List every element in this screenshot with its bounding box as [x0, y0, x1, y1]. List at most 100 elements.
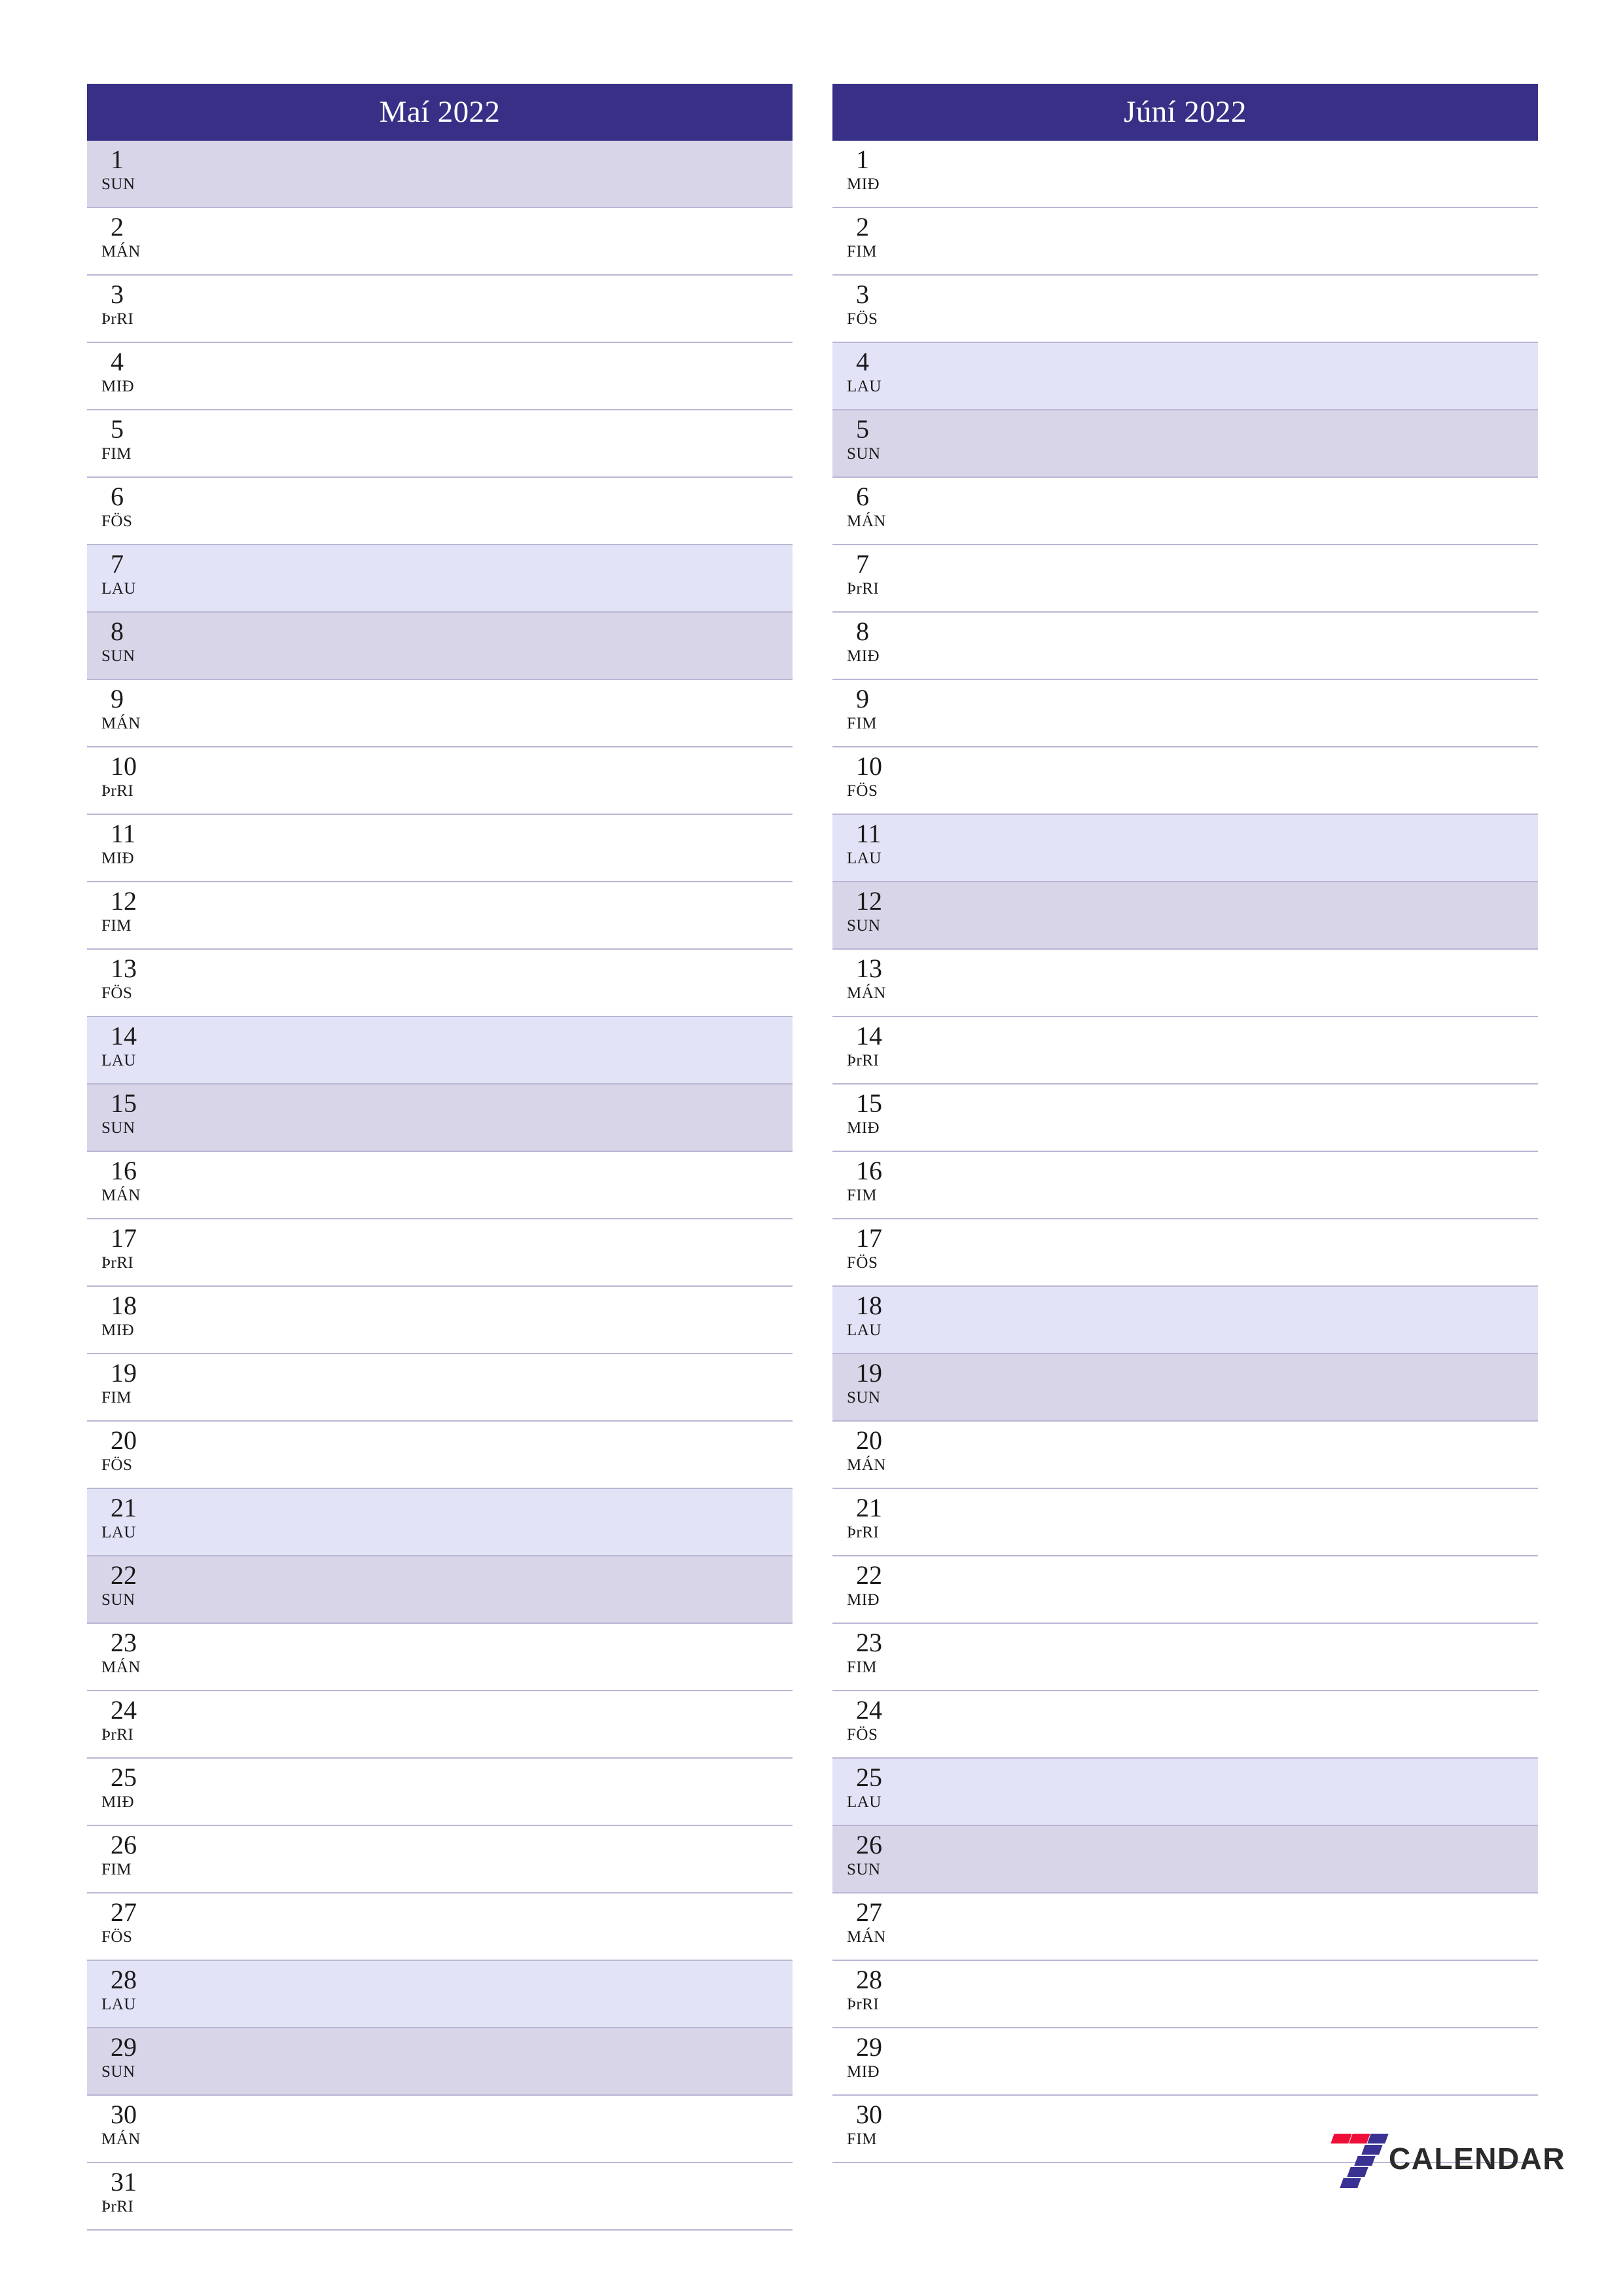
day-row[interactable]: 28 ÞrRI: [832, 1961, 1538, 2028]
day-weekday-abbr: SUN: [847, 1861, 881, 1878]
day-weekday-abbr: ÞrRI: [847, 1524, 880, 1541]
day-row[interactable]: 16 MÁN: [87, 1152, 793, 1219]
day-row[interactable]: 13 FÖS: [87, 950, 793, 1017]
day-row[interactable]: 7 LAU: [87, 545, 793, 613]
day-row[interactable]: 11 MIÐ: [87, 815, 793, 882]
day-row[interactable]: 1 MIÐ: [832, 141, 1538, 208]
day-number: 2: [111, 212, 124, 242]
logo-segment-blue-5: [1340, 2178, 1361, 2188]
day-row[interactable]: 14 LAU: [87, 1017, 793, 1085]
day-row[interactable]: 26 SUN: [832, 1826, 1538, 1893]
day-row[interactable]: 28 LAU: [87, 1961, 793, 2028]
day-row[interactable]: 3 ÞrRI: [87, 276, 793, 343]
day-number: 23: [111, 1628, 137, 1657]
day-row[interactable]: 27 MÁN: [832, 1893, 1538, 1961]
day-row[interactable]: 31 ÞrRI: [87, 2163, 793, 2231]
day-row[interactable]: 20 MÁN: [832, 1422, 1538, 1489]
day-weekday-abbr: SUN: [847, 917, 881, 935]
day-row[interactable]: 5 SUN: [832, 410, 1538, 478]
day-weekday-abbr: FIM: [847, 243, 877, 260]
day-list-june: 1 MIÐ 2 FIM 3 FÖS 4 LAU 5 SUN 6 MÁN 7 ÞrRI 8 MIÐ 9 FIM 10 F…: [832, 141, 1538, 2163]
day-row[interactable]: 29 MIÐ: [832, 2028, 1538, 2096]
day-row[interactable]: 25 MIÐ: [87, 1759, 793, 1826]
day-number: 8: [856, 617, 869, 646]
day-row[interactable]: 10 FÖS: [832, 747, 1538, 815]
day-row[interactable]: 21 LAU: [87, 1489, 793, 1556]
day-row[interactable]: 9 FIM: [832, 680, 1538, 747]
day-number: 20: [111, 1426, 137, 1455]
day-row[interactable]: 18 LAU: [832, 1287, 1538, 1354]
day-number: 18: [111, 1291, 137, 1320]
day-row[interactable]: 4 MIÐ: [87, 343, 793, 410]
day-row[interactable]: 30 MÁN: [87, 2096, 793, 2163]
day-row[interactable]: 12 FIM: [87, 882, 793, 950]
day-row[interactable]: 18 MIÐ: [87, 1287, 793, 1354]
day-weekday-abbr: LAU: [101, 580, 136, 598]
day-weekday-abbr: FÖS: [101, 1456, 133, 1474]
day-weekday-abbr: ÞrRI: [847, 580, 880, 598]
day-row[interactable]: 26 FIM: [87, 1826, 793, 1893]
day-weekday-abbr: FÖS: [101, 512, 133, 530]
day-row[interactable]: 11 LAU: [832, 815, 1538, 882]
calendar-logo: CALENDAR: [1329, 2132, 1565, 2188]
day-number: 4: [856, 347, 869, 376]
day-row[interactable]: 19 FIM: [87, 1354, 793, 1422]
day-row[interactable]: 8 MIÐ: [832, 613, 1538, 680]
day-row[interactable]: 20 FÖS: [87, 1422, 793, 1489]
logo-segment-blue-4: [1347, 2167, 1368, 2177]
day-row[interactable]: 9 MÁN: [87, 680, 793, 747]
day-row[interactable]: 2 MÁN: [87, 208, 793, 276]
day-row[interactable]: 13 MÁN: [832, 950, 1538, 1017]
day-row[interactable]: 6 MÁN: [832, 478, 1538, 545]
logo-segment-blue-1: [1367, 2134, 1389, 2144]
day-number: 29: [111, 2032, 137, 2062]
day-row[interactable]: 22 SUN: [87, 1556, 793, 1624]
day-row[interactable]: 12 SUN: [832, 882, 1538, 950]
day-row[interactable]: 10 ÞrRI: [87, 747, 793, 815]
day-weekday-abbr: MÁN: [101, 715, 141, 732]
day-number: 10: [111, 751, 137, 781]
day-row[interactable]: 15 MIÐ: [832, 1085, 1538, 1152]
day-weekday-abbr: SUN: [101, 175, 135, 193]
day-weekday-abbr: FIM: [847, 1187, 877, 1204]
day-row[interactable]: 22 MIÐ: [832, 1556, 1538, 1624]
day-row[interactable]: 21 ÞrRI: [832, 1489, 1538, 1556]
day-row[interactable]: 24 FÖS: [832, 1691, 1538, 1759]
day-number: 6: [856, 482, 869, 511]
day-row[interactable]: 25 LAU: [832, 1759, 1538, 1826]
day-row[interactable]: 19 SUN: [832, 1354, 1538, 1422]
day-weekday-abbr: LAU: [847, 850, 882, 867]
day-row[interactable]: 3 FÖS: [832, 276, 1538, 343]
day-weekday-abbr: MIÐ: [101, 1321, 135, 1339]
day-row[interactable]: 23 FIM: [832, 1624, 1538, 1691]
day-weekday-abbr: FÖS: [847, 1254, 878, 1272]
day-number: 10: [856, 751, 882, 781]
day-weekday-abbr: FIM: [101, 445, 132, 463]
day-row[interactable]: 16 FIM: [832, 1152, 1538, 1219]
day-row[interactable]: 15 SUN: [87, 1085, 793, 1152]
day-row[interactable]: 2 FIM: [832, 208, 1538, 276]
day-weekday-abbr: MIÐ: [847, 647, 880, 665]
day-row[interactable]: 6 FÖS: [87, 478, 793, 545]
day-row[interactable]: 4 LAU: [832, 343, 1538, 410]
day-weekday-abbr: MÁN: [847, 984, 886, 1002]
day-number: 25: [111, 1763, 137, 1792]
day-number: 19: [111, 1358, 137, 1388]
day-row[interactable]: 7 ÞrRI: [832, 545, 1538, 613]
day-weekday-abbr: FIM: [847, 1659, 877, 1676]
day-row[interactable]: 29 SUN: [87, 2028, 793, 2096]
day-row[interactable]: 23 MÁN: [87, 1624, 793, 1691]
day-number: 22: [111, 1560, 137, 1590]
day-weekday-abbr: SUN: [101, 2063, 135, 2081]
day-row[interactable]: 24 ÞrRI: [87, 1691, 793, 1759]
day-row[interactable]: 17 FÖS: [832, 1219, 1538, 1287]
day-row[interactable]: 14 ÞrRI: [832, 1017, 1538, 1085]
day-weekday-abbr: MÁN: [101, 1659, 141, 1676]
day-row[interactable]: 27 FÖS: [87, 1893, 793, 1961]
day-row[interactable]: 1 SUN: [87, 141, 793, 208]
day-row[interactable]: 8 SUN: [87, 613, 793, 680]
logo-segment-blue-2: [1361, 2145, 1383, 2155]
day-row[interactable]: 5 FIM: [87, 410, 793, 478]
day-number: 30: [856, 2100, 882, 2129]
day-row[interactable]: 17 ÞrRI: [87, 1219, 793, 1287]
